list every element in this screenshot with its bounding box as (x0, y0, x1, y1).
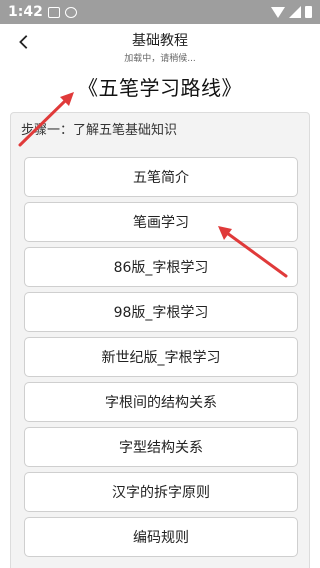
signal-icon (289, 6, 301, 18)
step-card: 步骤一：了解五笔基础知识 五笔简介 笔画学习 86版_字根学习 98版_字根学习… (10, 112, 310, 568)
topic-button[interactable]: 汉字的拆字原则 (24, 472, 298, 512)
battery-icon (305, 6, 312, 18)
topic-button[interactable]: 五笔简介 (24, 157, 298, 197)
topic-button[interactable]: 字根间的结构关系 (24, 382, 298, 422)
status-bar: 1:42 (0, 0, 320, 24)
wifi-icon (271, 6, 285, 18)
topic-button[interactable]: 编码规则 (24, 517, 298, 557)
topic-button[interactable]: 笔画学习 (24, 202, 298, 242)
notification-icon (47, 6, 60, 18)
topic-button[interactable]: 86版_字根学习 (24, 247, 298, 287)
topic-button[interactable]: 新世纪版_字根学习 (24, 337, 298, 377)
topic-list: 五笔简介 笔画学习 86版_字根学习 98版_字根学习 新世纪版_字根学习 字根… (24, 157, 298, 562)
status-time: 1:42 (8, 4, 43, 20)
route-title: 《五笔学习路线》 (78, 76, 242, 100)
loading-subtitle: 加载中，请稍候... (124, 54, 196, 64)
page-title: 基础教程 (132, 33, 188, 49)
sync-icon (64, 6, 77, 18)
top-nav: 基础教程 加载中，请稍候... (0, 24, 320, 70)
topic-button[interactable]: 字型结构关系 (24, 427, 298, 467)
topic-button[interactable]: 98版_字根学习 (24, 292, 298, 332)
step-label: 步骤一：了解五笔基础知识 (21, 123, 178, 138)
